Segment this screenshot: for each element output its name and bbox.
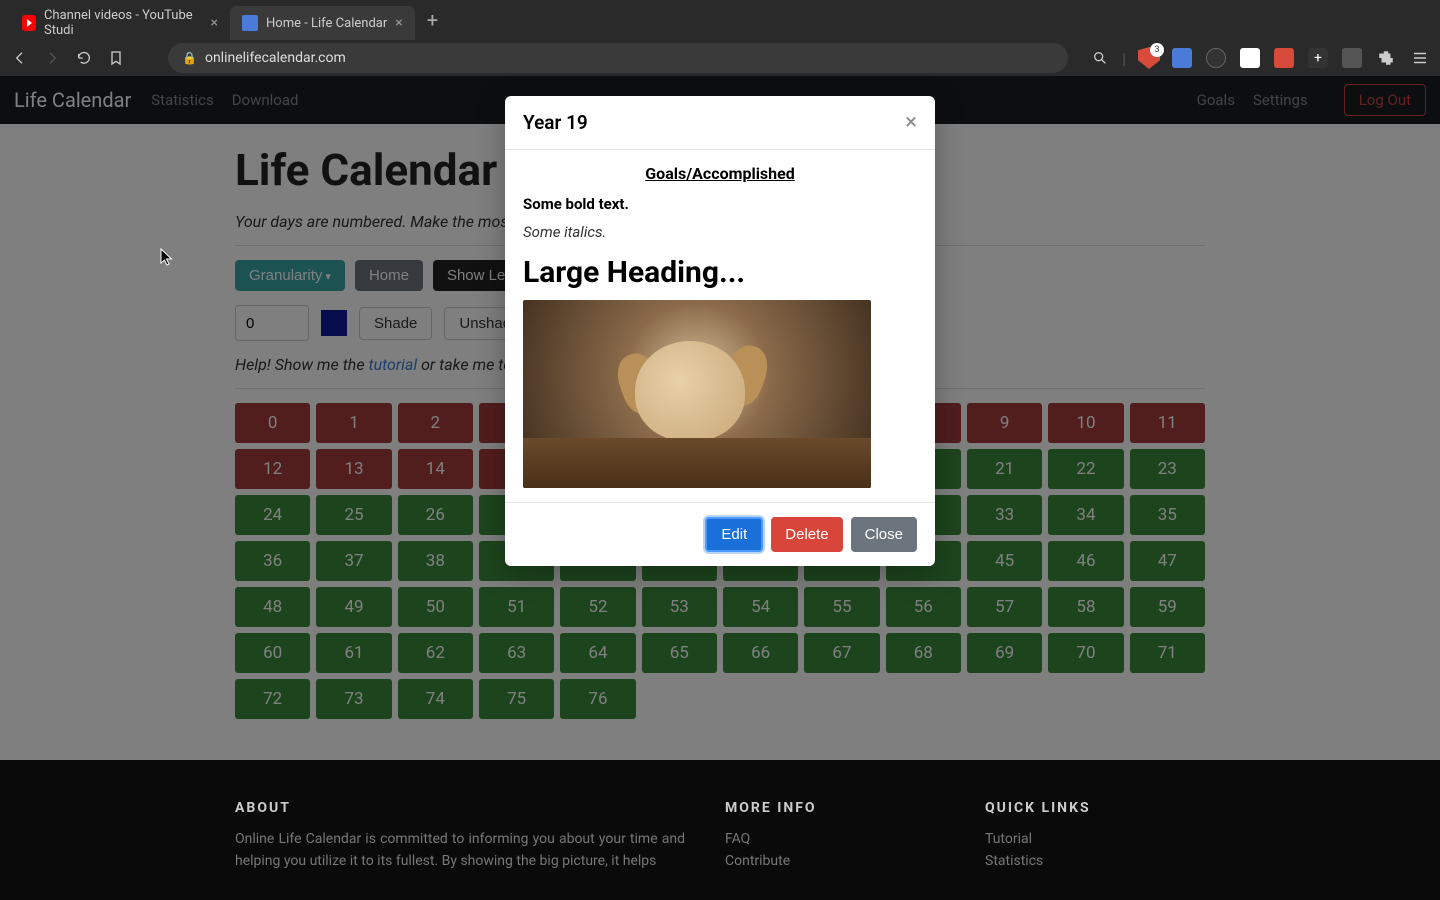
lock-icon: 🔒 xyxy=(182,51,197,65)
extension-icon[interactable] xyxy=(1274,48,1294,68)
edit-button[interactable]: Edit xyxy=(705,517,763,552)
footer-link-faq[interactable]: FAQ xyxy=(725,828,945,850)
address-bar[interactable]: 🔒 onlinelifecalendar.com xyxy=(168,43,1068,73)
url-text: onlinelifecalendar.com xyxy=(205,50,346,66)
modal-title: Year 19 xyxy=(523,111,588,134)
bold-text: Some bold text. xyxy=(523,195,917,213)
youtube-icon xyxy=(22,15,36,31)
browser-tab[interactable]: Channel videos - YouTube Studi × xyxy=(10,6,230,40)
extension-icon[interactable] xyxy=(1172,48,1192,68)
footer-link-statistics[interactable]: Statistics xyxy=(985,850,1205,872)
reload-button[interactable] xyxy=(74,48,94,68)
footer-link-tutorial[interactable]: Tutorial xyxy=(985,828,1205,850)
extension-icon[interactable]: + xyxy=(1308,48,1328,68)
footer-about-text: Online Life Calendar is committed to inf… xyxy=(235,828,685,873)
forward-button[interactable] xyxy=(42,48,62,68)
close-icon[interactable]: × xyxy=(211,15,218,31)
zoom-icon[interactable] xyxy=(1090,48,1110,68)
tab-title: Channel videos - YouTube Studi xyxy=(44,8,203,38)
shield-button[interactable]: 3 xyxy=(1138,47,1160,69)
separator: | xyxy=(1122,49,1126,68)
italic-text: Some italics. xyxy=(523,223,917,241)
footer-link-contribute[interactable]: Contribute xyxy=(725,850,945,872)
footer-about-heading: ABOUT xyxy=(235,800,685,816)
close-button[interactable]: Close xyxy=(851,517,917,552)
new-tab-button[interactable]: + xyxy=(415,8,450,32)
menu-icon[interactable] xyxy=(1410,48,1430,68)
goals-heading: Goals/Accomplished xyxy=(523,164,917,183)
large-heading: Large Heading... xyxy=(523,255,917,290)
extensions-icon[interactable] xyxy=(1376,48,1396,68)
extension-icon[interactable] xyxy=(1342,48,1362,68)
footer-quick-heading: QUICK LINKS xyxy=(985,800,1205,816)
calendar-icon xyxy=(242,15,258,31)
back-button[interactable] xyxy=(10,48,30,68)
year-modal: Year 19 × Goals/Accomplished Some bold t… xyxy=(505,96,935,566)
extension-icon[interactable] xyxy=(1240,48,1260,68)
shield-count: 3 xyxy=(1150,43,1164,57)
mouse-cursor xyxy=(160,248,174,268)
bookmark-icon[interactable] xyxy=(106,48,126,68)
browser-tab[interactable]: Home - Life Calendar × xyxy=(230,6,415,40)
close-icon[interactable]: × xyxy=(395,15,402,31)
puppy-image xyxy=(523,300,871,488)
close-icon[interactable]: × xyxy=(905,110,917,135)
extension-icon[interactable] xyxy=(1206,48,1226,68)
delete-button[interactable]: Delete xyxy=(771,517,842,552)
footer-more-heading: MORE INFO xyxy=(725,800,945,816)
tab-title: Home - Life Calendar xyxy=(266,16,387,31)
